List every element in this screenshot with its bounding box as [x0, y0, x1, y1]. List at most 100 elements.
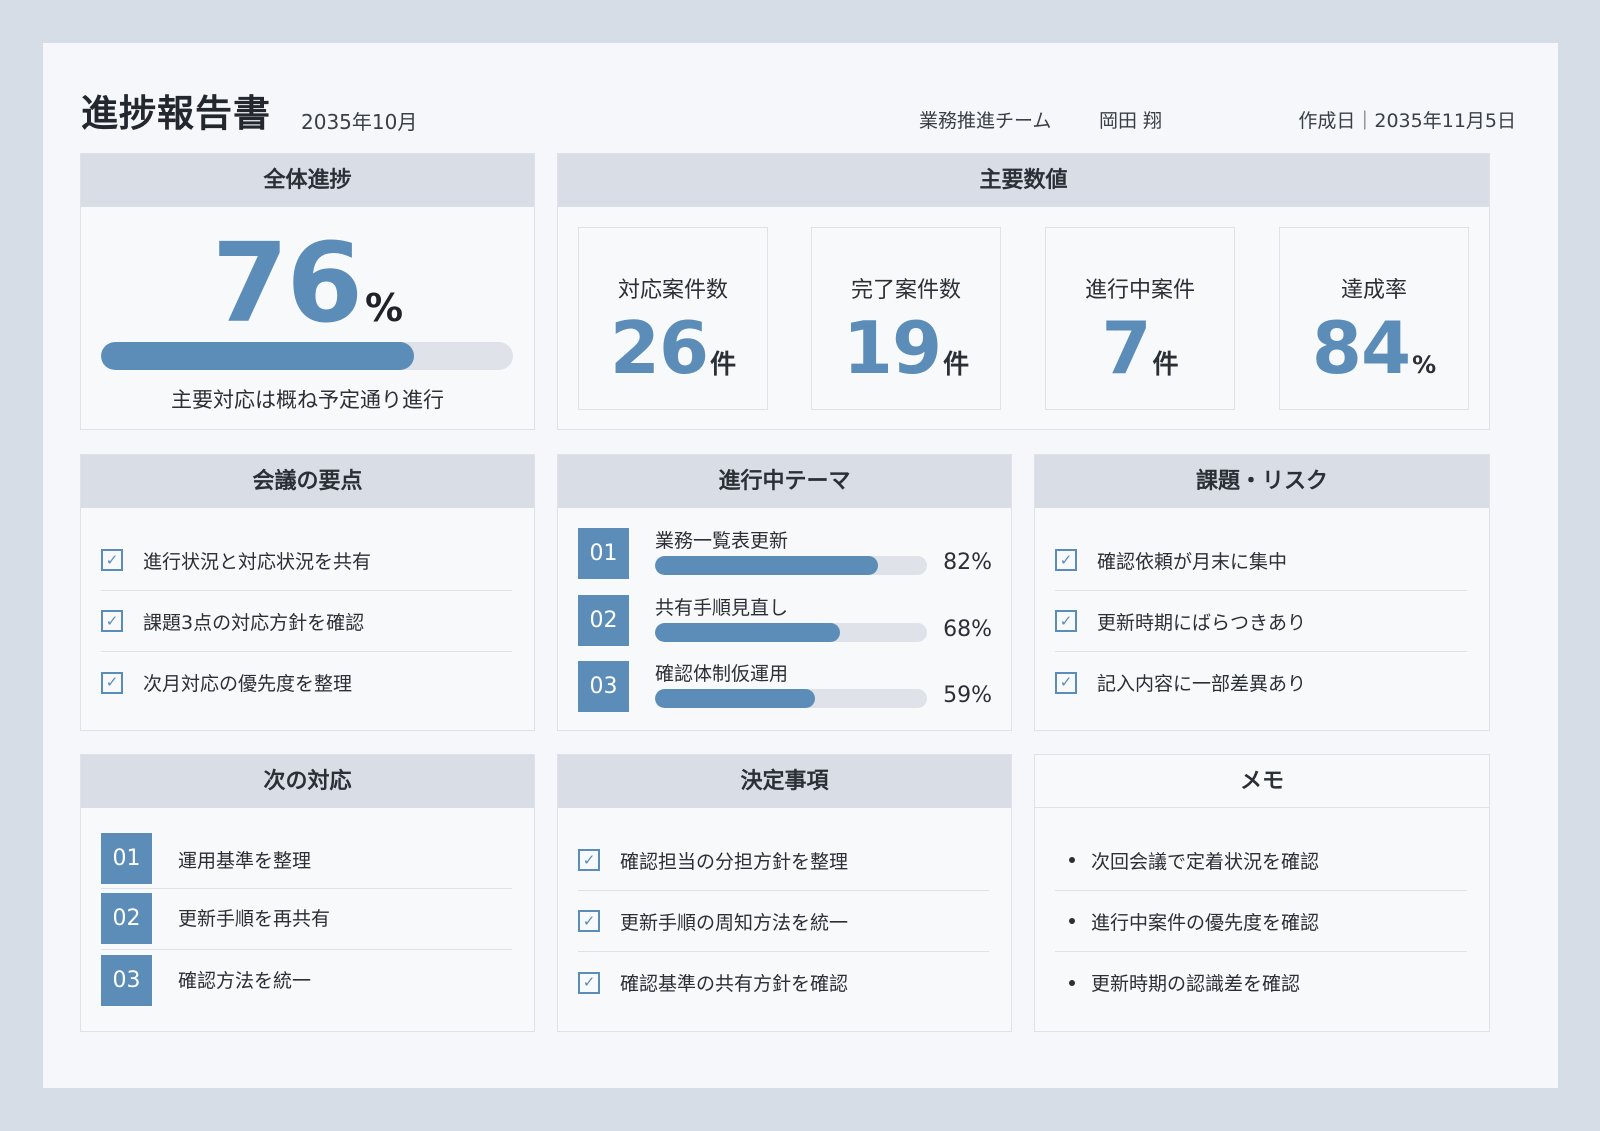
theme-percent: 68% — [943, 617, 992, 642]
metric-label: 完了案件数 — [850, 278, 961, 303]
theme-progress-bar-fill — [655, 689, 816, 708]
list-item: 02 更新手順を再共有 — [101, 889, 512, 950]
report-title: 進捗報告書 — [81, 92, 271, 135]
theme-number-badge: 03 — [578, 661, 629, 712]
themes-heading: 進行中テーマ — [558, 455, 1011, 508]
list-item-text: 運用基準を整理 — [178, 850, 312, 872]
list-item-text: 更新時期にばらつきあり — [1097, 611, 1307, 634]
theme-item: 03 確認体制仮運用 59% — [578, 661, 992, 712]
theme-item: 01 業務一覧表更新 82% — [578, 528, 992, 579]
list-item: 更新時期の認識差を確認 — [1055, 952, 1467, 1013]
checkbox-checked-icon: ✓ — [1055, 610, 1077, 632]
risks-heading: 課題・リスク — [1035, 455, 1489, 508]
metric-label: 進行中案件 — [1084, 278, 1195, 303]
metric-unit: 件 — [1152, 350, 1179, 380]
report-sheet: 進捗報告書 2035年10月 業務推進チーム 岡田 翔 作成日｜2035年11月… — [43, 43, 1558, 1088]
metric-unit: 件 — [943, 350, 970, 380]
bullet-icon — [1069, 857, 1075, 863]
list-item-text: 課題3点の対応方針を確認 — [143, 611, 365, 634]
next-actions-list: 01 運用基準を整理 02 更新手順を再共有 03 確認方法を統一 — [101, 833, 512, 1011]
memo-heading: メモ — [1035, 755, 1489, 808]
metric-unit: % — [1412, 351, 1437, 379]
created-date: 作成日｜2035年11月5日 — [1298, 110, 1516, 132]
meeting-points-heading: 会議の要点 — [81, 455, 534, 508]
list-item-text: 確認担当の分担方針を整理 — [620, 850, 849, 873]
author-name: 岡田 翔 — [1099, 110, 1163, 132]
metric-value: 84% — [1280, 306, 1468, 390]
metric-card: 進行中案件 7件 — [1045, 227, 1235, 410]
memo-panel: メモ 次回会議で定着状況を確認 進行中案件の優先度を確認 更新時期の認識差を確認 — [1034, 754, 1490, 1032]
overall-progress-summary: 主要対応は概ね予定通り進行 — [171, 388, 444, 412]
action-number-badge: 03 — [101, 955, 152, 1006]
key-metrics-panel: 主要数値 対応案件数 26件 完了案件数 19件 進行中案件 7件 達成率 84… — [557, 153, 1490, 430]
list-item: ✓ 次月対応の優先度を整理 — [101, 652, 512, 713]
checkbox-checked-icon: ✓ — [1055, 549, 1077, 571]
overall-progress-number: 76 — [211, 219, 363, 347]
metric-unit: 件 — [710, 350, 737, 380]
memo-list: 次回会議で定着状況を確認 進行中案件の優先度を確認 更新時期の認識差を確認 — [1055, 808, 1467, 1013]
list-item: ✓ 確認担当の分担方針を整理 — [578, 808, 989, 891]
key-metrics-heading: 主要数値 — [558, 154, 1489, 207]
list-item: ✓ 確認基準の共有方針を確認 — [578, 952, 989, 1013]
overall-progress-value: 76% — [81, 219, 534, 347]
list-item-text: 進行状況と対応状況を共有 — [143, 550, 372, 573]
decisions-heading: 決定事項 — [558, 755, 1011, 808]
list-item: ✓ 記入内容に一部差異あり — [1055, 652, 1467, 713]
overall-progress-bar-fill — [101, 342, 415, 370]
theme-percent: 82% — [943, 550, 992, 575]
list-item: 03 確認方法を統一 — [101, 950, 512, 1011]
overall-progress-bar — [101, 342, 513, 370]
bullet-icon — [1069, 979, 1075, 986]
checkbox-checked-icon: ✓ — [101, 671, 123, 694]
theme-progress-bar-fill — [655, 556, 879, 575]
metric-number: 7 — [1101, 306, 1151, 390]
checkbox-checked-icon: ✓ — [578, 849, 600, 871]
list-item-text: 更新時期の認識差を確認 — [1091, 973, 1301, 995]
themes-panel: 進行中テーマ 01 業務一覧表更新 82% 02 共有手順見直し 68% 03 … — [557, 454, 1012, 731]
theme-progress-bar — [655, 556, 927, 575]
checkbox-checked-icon: ✓ — [101, 610, 123, 632]
theme-progress-bar — [655, 623, 927, 642]
theme-number-badge: 01 — [578, 528, 629, 579]
metric-label: 対応案件数 — [617, 278, 728, 303]
checkbox-checked-icon: ✓ — [101, 549, 123, 571]
list-item: 次回会議で定着状況を確認 — [1055, 808, 1467, 891]
report-period: 2035年10月 — [301, 110, 418, 134]
list-item-text: 次月対応の優先度を整理 — [143, 673, 353, 695]
metric-value: 26件 — [579, 306, 767, 390]
list-item-text: 確認方法を統一 — [178, 970, 312, 992]
list-item: 01 運用基準を整理 — [101, 833, 512, 889]
list-item: 進行中案件の優先度を確認 — [1055, 891, 1467, 952]
overall-progress-unit: % — [365, 286, 404, 330]
theme-item: 02 共有手順見直し 68% — [578, 595, 992, 646]
theme-label: 業務一覧表更新 — [655, 530, 789, 552]
list-item: ✓ 進行状況と対応状況を共有 — [101, 508, 512, 591]
theme-label: 確認体制仮運用 — [655, 663, 789, 685]
list-item-text: 確認基準の共有方針を確認 — [620, 973, 849, 995]
overall-progress-heading: 全体進捗 — [81, 154, 534, 207]
checkbox-checked-icon: ✓ — [578, 971, 600, 994]
report-header: 進捗報告書 2035年10月 業務推進チーム 岡田 翔 作成日｜2035年11月… — [43, 43, 1558, 153]
metric-label: 達成率 — [1340, 278, 1407, 303]
metric-card: 達成率 84% — [1279, 227, 1469, 410]
bullet-icon — [1069, 918, 1075, 924]
list-item-text: 確認依頼が月末に集中 — [1097, 550, 1288, 573]
list-item-text: 記入内容に一部差異あり — [1097, 673, 1307, 695]
theme-percent: 59% — [943, 683, 992, 708]
metric-card: 完了案件数 19件 — [811, 227, 1001, 410]
metric-value: 19件 — [812, 306, 1000, 390]
list-item: ✓ 更新手順の周知方法を統一 — [578, 891, 989, 952]
meeting-points-panel: 会議の要点 ✓ 進行状況と対応状況を共有 ✓ 課題3点の対応方針を確認 ✓ 次月… — [80, 454, 535, 731]
metric-number: 26 — [609, 306, 709, 390]
next-actions-heading: 次の対応 — [81, 755, 534, 808]
list-item-text: 進行中案件の優先度を確認 — [1091, 911, 1320, 934]
theme-number-badge: 02 — [578, 595, 629, 646]
theme-progress-bar — [655, 689, 927, 708]
metric-card: 対応案件数 26件 — [578, 227, 768, 410]
list-item-text: 更新手順の周知方法を統一 — [620, 911, 849, 934]
risks-list: ✓ 確認依頼が月末に集中 ✓ 更新時期にばらつきあり ✓ 記入内容に一部差異あり — [1055, 508, 1467, 713]
risks-panel: 課題・リスク ✓ 確認依頼が月末に集中 ✓ 更新時期にばらつきあり ✓ 記入内容… — [1034, 454, 1490, 731]
metric-value: 7件 — [1046, 306, 1234, 390]
list-item: ✓ 課題3点の対応方針を確認 — [101, 591, 512, 652]
checkbox-checked-icon: ✓ — [1055, 671, 1077, 694]
